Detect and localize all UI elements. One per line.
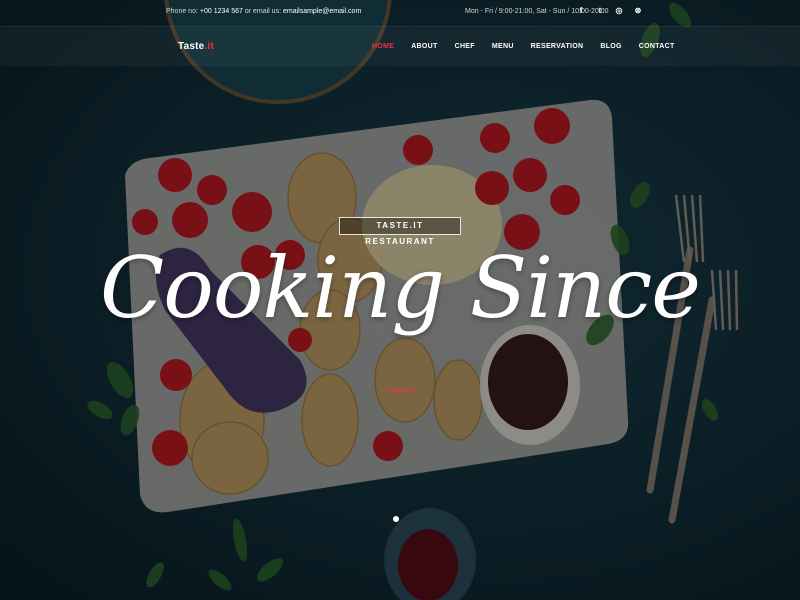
site-logo[interactable]: Taste.it	[178, 41, 214, 52]
social-links: f t ◎ ⊛	[576, 6, 643, 16]
nav-item-menu[interactable]: MENU	[492, 43, 514, 50]
instagram-icon[interactable]: ◎	[614, 6, 624, 16]
contact-info: Phone no: +00 1234 567 or email us: emai…	[166, 8, 361, 15]
logo-text: Taste	[178, 41, 205, 52]
facebook-icon[interactable]: f	[576, 6, 586, 16]
email-address[interactable]: emailsample@email.com	[283, 8, 361, 15]
logo-accent: .it	[204, 41, 214, 52]
nav-item-about[interactable]: ABOUT	[411, 43, 437, 50]
top-info-bar: Phone no: +00 1234 567 or email us: emai…	[0, 0, 800, 26]
nav-item-home[interactable]: HOME	[372, 43, 394, 50]
email-label: or email us:	[244, 8, 282, 15]
hero-tagline: TASTE.IT RESTAURANT	[339, 217, 461, 246]
phone-label: Phone no:	[166, 8, 198, 15]
nav-menu: HOME ABOUT CHEF MENU RESERVATION BLOG CO…	[372, 43, 692, 50]
main-navbar: Taste.it HOME ABOUT CHEF MENU RESERVATIO…	[0, 26, 800, 66]
nav-item-blog[interactable]: BLOG	[600, 43, 621, 50]
phone-number[interactable]: +00 1234 567	[200, 8, 243, 15]
dribbble-icon[interactable]: ⊛	[633, 6, 643, 16]
headline-accent-divider	[390, 389, 415, 392]
hero-headline: Cooking Since	[99, 239, 701, 337]
twitter-icon[interactable]: t	[595, 6, 605, 16]
nav-item-reservation[interactable]: RESERVATION	[531, 43, 584, 50]
nav-item-contact[interactable]: CONTACT	[639, 43, 675, 50]
slider-dot[interactable]	[393, 516, 399, 522]
nav-item-chef[interactable]: CHEF	[455, 43, 475, 50]
